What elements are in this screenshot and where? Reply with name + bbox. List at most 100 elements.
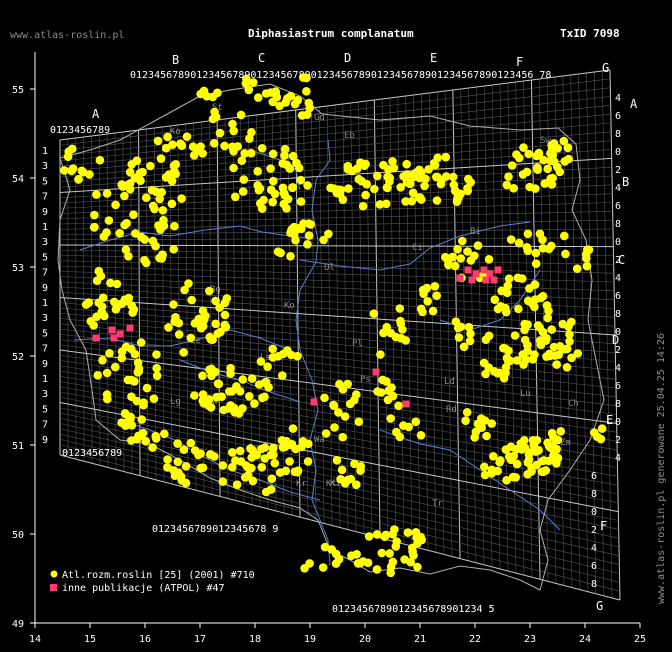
atpol-point (482, 276, 490, 284)
atlas-point (386, 414, 396, 423)
atlas-point (267, 474, 277, 484)
atlas-point (520, 436, 529, 445)
region-label: Lu (520, 389, 531, 399)
atlas-point (531, 259, 541, 269)
atlas-point (169, 161, 179, 171)
atlas-point (338, 432, 348, 442)
atlas-point (300, 564, 309, 573)
grid-digit-right: 2 (591, 525, 597, 536)
atpol-point (468, 276, 476, 284)
atlas-point (98, 356, 107, 365)
grid-letter-top: F (516, 55, 523, 69)
atlas-point (547, 325, 556, 334)
grid-letter-top: D (344, 51, 351, 65)
atlas-point (282, 204, 291, 213)
atlas-point (543, 313, 552, 323)
atlas-point (157, 188, 166, 197)
atlas-point (506, 442, 516, 452)
atlas-point (525, 284, 534, 293)
atlas-point (117, 347, 127, 357)
atlas-point (528, 299, 537, 309)
atlas-point (170, 221, 179, 231)
atlas-point (388, 557, 398, 567)
grid-digit-left: 9 (42, 359, 48, 370)
atlas-point (196, 463, 205, 473)
grid-digits-left-bottom: 0123456789 (62, 448, 122, 459)
atlas-point (507, 161, 517, 170)
atlas-point (501, 344, 510, 353)
atlas-point (303, 240, 312, 249)
atlas-point (266, 164, 275, 173)
atlas-point (253, 167, 262, 176)
atlas-point (129, 210, 138, 219)
taxon-id: TxID 7098 (560, 27, 620, 40)
atlas-point (302, 110, 312, 119)
atlas-point (373, 171, 382, 181)
atlas-point (463, 184, 472, 193)
atlas-point (510, 331, 520, 340)
atlas-point (350, 395, 359, 405)
atlas-point (246, 444, 255, 453)
atlas-point (596, 434, 606, 444)
atlas-point (504, 172, 513, 181)
grid-digit-left: 7 (42, 192, 48, 203)
atlas-point (102, 368, 112, 378)
atlas-point (501, 303, 510, 313)
atlas-point (363, 558, 373, 568)
atlas-point (473, 241, 483, 250)
grid-digit-right: 2 (615, 165, 621, 176)
atpol-point (490, 276, 498, 284)
atlas-point (542, 301, 552, 310)
atlas-point (235, 446, 245, 456)
atlas-point (217, 392, 226, 402)
grid-digit-right: 8 (615, 129, 621, 140)
atlas-point (253, 93, 263, 102)
atlas-point (523, 246, 533, 256)
atpol-point (480, 266, 488, 274)
atlas-point (199, 86, 209, 96)
atlas-point (229, 163, 238, 173)
grid-digit-right: 6 (615, 201, 621, 212)
region-label: Ko (284, 301, 295, 311)
atlas-point (555, 342, 565, 351)
atlas-point (287, 350, 296, 360)
atlas-point (164, 170, 174, 179)
atlas-point (268, 353, 278, 362)
lon-tick-label: 15 (84, 634, 96, 645)
grid-digit-right: 8 (591, 489, 597, 500)
atlas-point (189, 151, 199, 160)
atlas-point (386, 568, 396, 578)
atlas-point (524, 455, 534, 464)
atlas-point (111, 362, 120, 372)
atlas-point (89, 321, 98, 330)
atlas-point (219, 405, 228, 415)
atlas-point (146, 161, 155, 171)
atlas-point (563, 143, 573, 152)
atlas-point (556, 427, 566, 436)
atlas-point (258, 393, 267, 403)
atlas-point (329, 400, 338, 410)
latitude-axis: 55 54 53 52 51 50 49 (12, 85, 35, 630)
atlas-point (411, 417, 421, 427)
atlas-point (452, 197, 462, 206)
atlas-point (272, 92, 282, 102)
atlas-point (179, 445, 189, 455)
atlas-point (233, 142, 242, 151)
atlas-point (213, 88, 222, 98)
atpol-point (456, 274, 464, 282)
atlas-point (134, 367, 144, 376)
atlas-point (415, 166, 425, 175)
atlas-point (218, 477, 228, 486)
atlas-point (127, 392, 136, 402)
atlas-point (211, 319, 220, 329)
atlas-point (125, 184, 135, 194)
grid-digit-right: 0 (615, 417, 621, 428)
atlas-point (357, 176, 367, 186)
atlas-point (184, 279, 193, 288)
atlas-point (241, 79, 251, 88)
atlas-point (504, 274, 514, 284)
lon-tick-label: 24 (579, 634, 591, 645)
atlas-point (379, 160, 388, 170)
atlas-point (98, 293, 108, 303)
species-title: Diphasiastrum complanatum (248, 27, 414, 40)
